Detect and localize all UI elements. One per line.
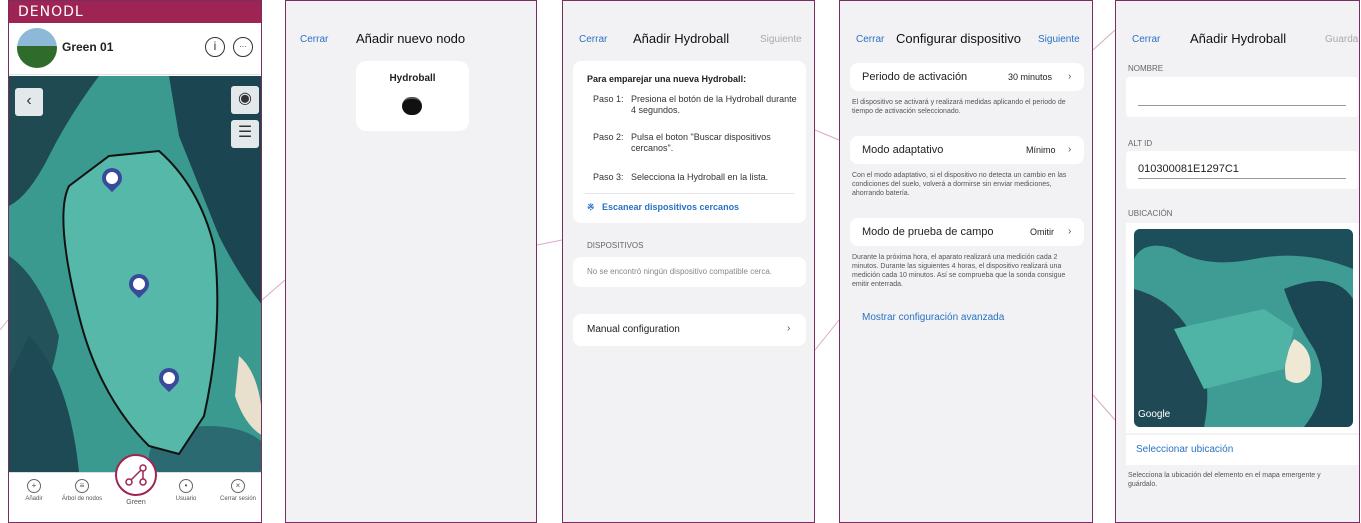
field-test-mode-value: Omitir [1030,227,1054,237]
close-icon: × [231,479,245,493]
chevron-right-icon: › [1068,144,1072,155]
green-tab-button[interactable] [115,454,157,496]
step-text: Presiona el botón de la Hydroball durant… [631,94,797,115]
save-button[interactable]: Guardar [1325,34,1359,45]
hydroball-option[interactable]: Hydroball [356,61,469,131]
screen-green-map: DENODL Green 01 i ··· ‹ ◉ ☰ + Añadir ≡ Árb… [8,0,262,523]
filter-icon[interactable]: ☰ [231,120,259,148]
tab-green-label: Green [126,499,146,506]
screen-add-hydroball: Cerrar Añadir Hydroball Siguiente Para e… [562,0,815,523]
close-button[interactable]: Cerrar [856,34,884,45]
tab-user[interactable]: • Usuario [161,479,211,503]
name-field[interactable] [1126,77,1358,117]
satellite-map[interactable]: ‹ ◉ ☰ [9,76,261,472]
altid-label: ALT ID [1128,139,1153,148]
step-text: Selecciona la Hydroball en la lista. [631,172,769,182]
location-map[interactable]: Google [1134,229,1353,427]
hydroball-option-label: Hydroball [389,73,436,84]
next-button[interactable]: Siguiente [760,34,802,45]
select-location-help: Selecciona la ubicación del elemento en … [1128,472,1321,488]
next-button[interactable]: Siguiente [1038,34,1080,45]
green-avatar [17,28,57,68]
manual-configuration-label: Manual configuration [587,324,680,335]
page-title: Añadir Hydroball [1190,31,1287,46]
google-logo: Google [1138,409,1171,420]
green-header: Green 01 i ··· [9,23,261,75]
close-button[interactable]: Cerrar [579,34,607,45]
add-icon: + [27,479,41,493]
info-icon[interactable]: i [205,37,225,57]
devices-section-header: DISPOSITIVOS [587,241,644,250]
brand-logo: DENODL [18,4,84,20]
instructions-card: Para emparejar una nueva Hydroball: Paso… [573,61,806,223]
location-map-card: Google [1126,223,1359,433]
scan-devices-link[interactable]: Escanear dispositivos cercanos [602,202,739,212]
location-label: UBICACIÓN [1128,209,1173,218]
instructions-title: Para emparejar una nueva Hydroball: [587,74,747,84]
step-text: Pulsa el boton "Buscar dispositivos cerc… [631,132,771,153]
adaptive-mode-row[interactable]: Modo adaptativo Mínimo › [850,136,1084,164]
show-advanced-config-link[interactable]: Mostrar configuración avanzada [862,312,1004,323]
screen-configure-device: Cerrar Configurar dispositivo Siguiente … [839,0,1093,523]
select-location-row[interactable]: Seleccionar ubicación [1126,435,1359,465]
name-label: NOMBRE [1128,64,1164,73]
field-test-mode-description: Durante la próxima hora, el aparato real… [852,254,1066,288]
adaptive-mode-value: Mínimo [1026,145,1056,155]
activation-period-row[interactable]: Periodo de activación 30 minutos › [850,63,1084,91]
no-devices-text: No se encontró ningún dispositivo compat… [587,267,772,276]
locate-icon[interactable]: ◉ [231,86,259,114]
adaptive-mode-label: Modo adaptativo [862,144,944,156]
green-title: Green 01 [62,40,114,54]
screen-add-node: Cerrar Añadir nuevo nodo Hydroball [285,0,537,523]
divider [585,193,794,194]
network-icon [125,464,147,486]
close-button[interactable]: Cerrar [1132,34,1160,45]
user-icon: • [179,479,193,493]
step-label: Paso 2: [593,132,624,142]
more-icon[interactable]: ··· [233,37,253,57]
list-icon: ≡ [75,479,89,493]
step-label: Paso 1: [593,94,624,104]
tab-add[interactable]: + Añadir [9,479,59,503]
bluetooth-icon: ※ [587,202,595,212]
page-title: Añadir nuevo nodo [356,31,466,46]
chevron-right-icon: › [787,323,791,334]
activation-period-label: Periodo de activación [862,71,968,83]
field-test-mode-row[interactable]: Modo de prueba de campo Omitir › [850,218,1084,246]
step-label: Paso 3: [593,172,624,182]
altid-field[interactable]: 010300081E1297C1 [1126,151,1358,189]
chevron-right-icon: › [1068,71,1072,82]
adaptive-mode-description: Con el modo adaptativo, si el dispositiv… [852,172,1067,197]
no-devices-card: No se encontró ningún dispositivo compat… [573,257,806,287]
map-imagery [1134,229,1353,427]
chevron-right-icon: › [1068,226,1072,237]
back-button[interactable]: ‹ [15,88,43,116]
tab-node-tree[interactable]: ≡ Árbol de nodos [57,479,107,503]
manual-configuration-row[interactable]: Manual configuration › [573,314,806,346]
tab-logout[interactable]: × Cerrar sesión [213,479,261,503]
select-location-link[interactable]: Seleccionar ubicación [1136,444,1233,455]
activation-period-value: 30 minutos [1008,72,1053,82]
altid-value: 010300081E1297C1 [1138,163,1239,175]
field-underline [1138,178,1346,179]
brand-bar: DENODL [9,1,261,23]
field-test-mode-label: Modo de prueba de campo [862,226,994,238]
screen-add-hydroball-details: Cerrar Añadir Hydroball Guardar NOMBRE A… [1115,0,1360,523]
close-button[interactable]: Cerrar [300,34,328,45]
field-underline [1138,105,1346,106]
activation-period-description: El dispositivo se activará y realizará m… [852,99,1066,115]
page-title: Configurar dispositivo [896,31,1022,46]
page-title: Añadir Hydroball [633,31,730,46]
hydroball-icon [402,97,422,115]
